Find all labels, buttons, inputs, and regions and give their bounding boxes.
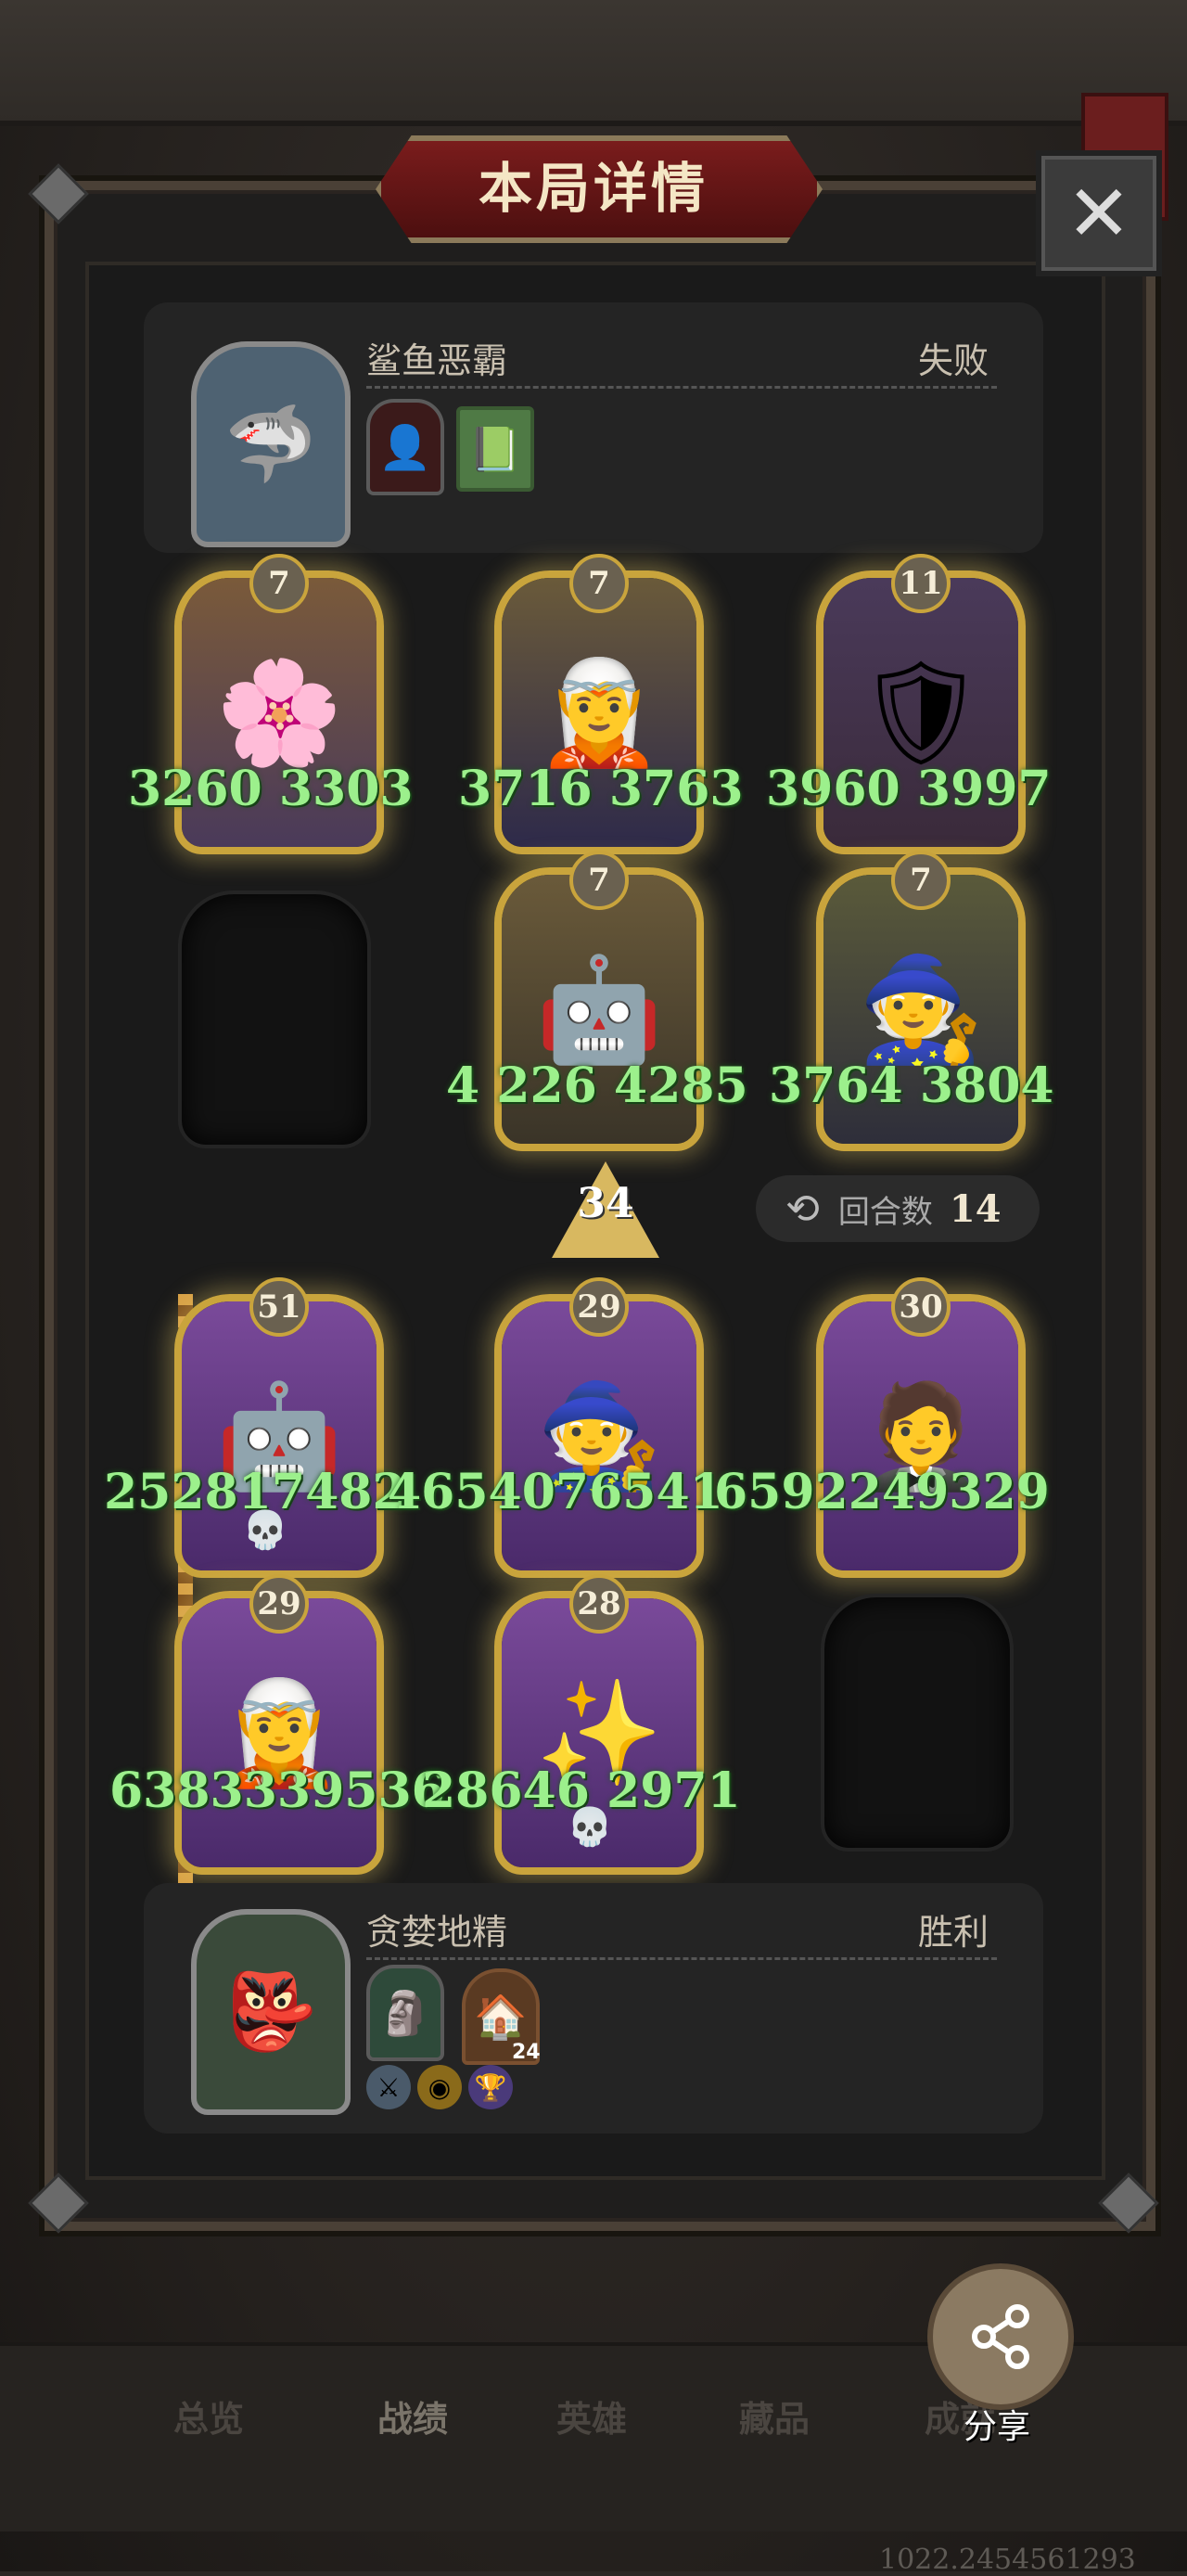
card-stats: 6592249329: [714, 1464, 1050, 1520]
dark-figure-icon[interactable]: 👤: [366, 399, 444, 495]
round-label: 回合数: [837, 1193, 933, 1231]
arrow-badge-number: 34: [577, 1180, 634, 1227]
card-stats: 3960 3997: [766, 761, 1052, 817]
card-stats: 6383339536: [109, 1762, 445, 1819]
round-counter: ⟲ 回合数 14: [756, 1175, 1040, 1242]
opponent-name: 鲨鱼恶霸: [366, 340, 508, 381]
card-level: 7: [569, 851, 629, 910]
butler-chef-icon: 🤵: [823, 1301, 1018, 1570]
card-stats: 4654076541: [388, 1464, 723, 1520]
shark-portrait-icon[interactable]: 🦈: [191, 341, 351, 547]
player-card[interactable]: 🧝 29: [174, 1574, 384, 1875]
divider: [366, 386, 997, 389]
tab-overview[interactable]: 总览: [134, 2390, 283, 2441]
card-level: 7: [249, 554, 309, 613]
card-level: 30: [891, 1277, 951, 1337]
player-card[interactable]: 🧙 29: [494, 1277, 704, 1578]
skull-icon: 💀: [567, 1805, 613, 1849]
player-name: 贪婪地精: [366, 1912, 508, 1953]
opponent-result: 失败: [918, 340, 989, 381]
close-button[interactable]: ✕: [1036, 150, 1162, 276]
card-stats: 3260 3303: [128, 761, 414, 817]
card-level: 51: [249, 1277, 309, 1337]
card-stats: 3764 3804: [769, 1057, 1054, 1114]
card-stats: 3716 3763: [458, 761, 744, 817]
round-value: 14: [949, 1186, 1002, 1231]
goblin-portrait-icon[interactable]: 👺: [191, 1909, 351, 2115]
share-icon: [972, 2304, 1029, 2369]
divider: [366, 1957, 997, 1960]
share-label: 分享: [963, 2408, 1030, 2446]
card-level: 28: [569, 1574, 629, 1634]
player-card[interactable]: 🤵 30: [816, 1277, 1026, 1578]
goblin-statue-icon[interactable]: 🗿: [366, 1965, 444, 2061]
player-result: 胜利: [918, 1912, 989, 1953]
house-badge: 24: [512, 2041, 541, 2064]
sword-buff-icon[interactable]: ⚔: [366, 2065, 411, 2109]
card-level: 7: [891, 851, 951, 910]
empty-slot: [821, 1594, 1014, 1852]
card-level: 29: [569, 1277, 629, 1337]
close-icon: ✕: [1066, 168, 1132, 259]
page-title: 本局详情: [478, 157, 708, 220]
empty-slot: [178, 891, 371, 1148]
tab-record[interactable]: 战绩: [338, 2390, 487, 2441]
card-level: 11: [891, 554, 951, 613]
skull-icon: 💀: [242, 1508, 288, 1552]
gold-buff-icon[interactable]: ◉: [417, 2065, 462, 2109]
tab-collection[interactable]: 藏品: [700, 2390, 849, 2441]
wizard-girl-icon: 🧙: [502, 1301, 696, 1570]
tab-heroes[interactable]: 英雄: [517, 2390, 666, 2441]
elf-woman-icon: 🧝: [182, 1598, 377, 1867]
card-level: 7: [569, 554, 629, 613]
share-button[interactable]: [927, 2263, 1074, 2410]
trophy-buff-icon[interactable]: 🏆: [468, 2065, 513, 2109]
refresh-icon: ⟲: [785, 1185, 820, 1233]
green-book-icon[interactable]: 📗: [456, 406, 534, 492]
top-wall: [0, 0, 1187, 126]
card-level: 29: [249, 1574, 309, 1634]
card-stats: 4 226 4285: [446, 1057, 748, 1114]
